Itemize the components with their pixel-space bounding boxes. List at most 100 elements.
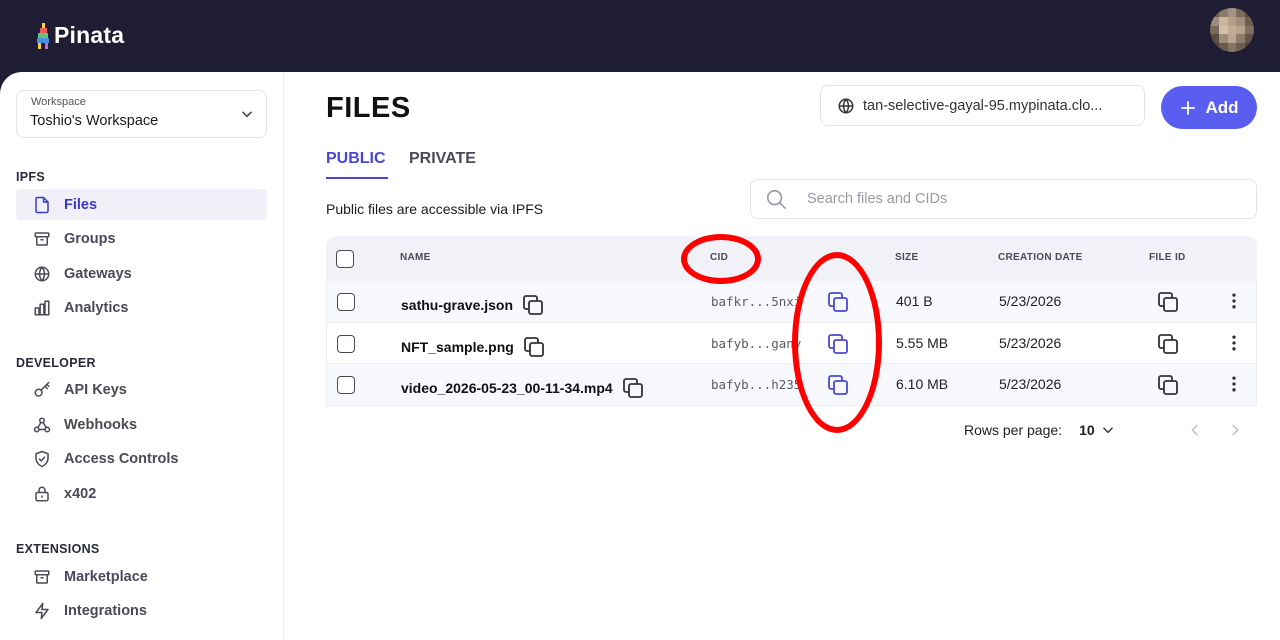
sidebar-item-groups[interactable]: Groups	[16, 223, 267, 254]
search-box[interactable]	[750, 179, 1257, 219]
column-header-cid[interactable]: CID	[710, 252, 728, 263]
add-button-label: Add	[1205, 97, 1239, 117]
section-title-developer: DEVELOPER	[16, 356, 96, 370]
lock-icon	[32, 484, 52, 504]
pinata-logo-icon	[37, 22, 49, 49]
chevron-down-icon	[1102, 427, 1113, 434]
sidebar-item-files[interactable]: Files	[16, 189, 267, 220]
column-header-size[interactable]: SIZE	[895, 252, 918, 263]
row-checkbox[interactable]	[337, 334, 355, 353]
table-header: NAME CID SIZE CREATION DATE FILE ID	[326, 236, 1257, 281]
search-input[interactable]	[807, 191, 1227, 207]
content-panel: Workspace Toshio's Workspace IPFS Files …	[0, 72, 1280, 640]
sidebar-item-gateways[interactable]: Gateways	[16, 258, 267, 289]
main-content: FILES tan-selective-gayal-95.mypinata.cl…	[285, 72, 1280, 640]
table-row[interactable]: NFT_sample.png bafyb...gany 5.55 MB 5/23…	[326, 322, 1257, 364]
section-title-ipfs: IPFS	[16, 170, 45, 184]
workspace-select[interactable]: Workspace Toshio's Workspace	[16, 90, 267, 138]
sidebar-item-label: Access Controls	[64, 450, 179, 467]
more-options-icon[interactable]	[1224, 374, 1244, 399]
file-name-cell: video_2026-05-23_00-11-34.mp4	[401, 376, 645, 400]
copy-name-icon[interactable]	[621, 376, 645, 400]
copy-cid-icon[interactable]	[826, 373, 850, 397]
sidebar-item-label: Marketplace	[64, 568, 148, 585]
tab-description: Public files are accessible via IPFS	[326, 201, 544, 217]
sidebar-item-label: Groups	[64, 230, 116, 247]
next-page-button[interactable]	[1227, 422, 1243, 443]
file-name: NFT_sample.png	[401, 338, 514, 355]
files-table: NAME CID SIZE CREATION DATE FILE ID sath…	[326, 236, 1257, 406]
copy-cid-icon[interactable]	[826, 290, 850, 314]
cid-value: bafyb...gany	[711, 335, 802, 351]
globe-icon	[838, 97, 854, 114]
copy-file-id-icon[interactable]	[1156, 332, 1180, 356]
table-row[interactable]: video_2026-05-23_00-11-34.mp4 bafyb...h2…	[326, 364, 1257, 406]
add-button[interactable]: Add	[1161, 86, 1257, 129]
previous-page-button[interactable]	[1187, 422, 1203, 443]
search-icon	[766, 189, 786, 209]
copy-file-id-icon[interactable]	[1156, 290, 1180, 314]
more-options-icon[interactable]	[1224, 291, 1244, 316]
copy-name-icon[interactable]	[521, 293, 545, 317]
tab-private[interactable]: PRIVATE	[409, 150, 476, 168]
row-checkbox[interactable]	[337, 376, 355, 394]
table-body: sathu-grave.json bafkr...5nxi 401 B 5/23…	[326, 281, 1257, 406]
pagination: Rows per page: 10	[964, 422, 1239, 438]
sidebar-item-access-controls[interactable]: Access Controls	[16, 443, 267, 474]
file-name-cell: NFT_sample.png	[401, 335, 546, 359]
archive-icon	[32, 567, 52, 587]
row-checkbox[interactable]	[337, 293, 355, 311]
column-header-creation-date[interactable]: CREATION DATE	[998, 252, 1083, 263]
file-size: 6.10 MB	[896, 376, 949, 392]
user-avatar[interactable]	[1210, 8, 1254, 52]
top-bar: Pinata	[0, 0, 1280, 72]
table-row[interactable]: sathu-grave.json bafkr...5nxi 401 B 5/23…	[326, 281, 1257, 323]
file-name: sathu-grave.json	[401, 297, 514, 313]
rows-per-page-select[interactable]: 10	[1079, 422, 1115, 438]
sidebar-item-marketplace[interactable]: Marketplace	[16, 561, 267, 592]
rows-per-page-label: Rows per page:	[964, 422, 1063, 438]
gateway-url: tan-selective-gayal-95.mypinata.clo...	[863, 97, 1103, 114]
file-icon	[32, 195, 52, 215]
webhook-icon	[32, 415, 52, 435]
copy-cid-icon[interactable]	[826, 332, 850, 356]
file-size: 401 B	[896, 293, 933, 309]
pinata-logo[interactable]: Pinata	[36, 22, 124, 49]
rows-per-page-value: 10	[1079, 422, 1095, 438]
sidebar-item-label: Integrations	[64, 602, 147, 619]
workspace-label: Workspace	[31, 96, 86, 108]
sidebar-item-analytics[interactable]: Analytics	[16, 292, 267, 323]
sidebar-item-integrations[interactable]: Integrations	[16, 595, 267, 626]
bolt-icon	[32, 601, 52, 621]
sidebar-item-label: x402	[64, 485, 97, 502]
chevron-left-icon	[1191, 424, 1198, 436]
column-header-name[interactable]: NAME	[400, 252, 431, 263]
globe-icon	[32, 264, 52, 284]
sidebar-item-x402[interactable]: x402	[16, 478, 267, 509]
file-name-cell: sathu-grave.json	[401, 293, 545, 317]
sidebar-item-label: Files	[64, 196, 98, 213]
chevron-right-icon	[1232, 424, 1239, 436]
copy-file-id-icon[interactable]	[1156, 373, 1180, 397]
plus-icon	[1181, 100, 1196, 115]
sidebar-item-label: Webhooks	[64, 416, 138, 433]
section-title-extensions: EXTENSIONS	[16, 542, 100, 556]
tab-public[interactable]: PUBLIC	[326, 150, 386, 168]
archive-icon	[32, 229, 52, 249]
sidebar-item-label: Analytics	[64, 299, 129, 316]
column-header-file-id[interactable]: FILE ID	[1149, 252, 1186, 263]
select-all-checkbox[interactable]	[336, 250, 354, 268]
gateway-selector[interactable]: tan-selective-gayal-95.mypinata.clo...	[820, 85, 1145, 126]
bar-chart-icon	[32, 298, 52, 318]
shield-icon	[32, 449, 52, 469]
key-icon	[32, 380, 52, 400]
copy-name-icon[interactable]	[522, 335, 546, 359]
more-options-icon[interactable]	[1224, 333, 1244, 358]
sidebar-item-label: API Keys	[64, 381, 127, 398]
creation-date: 5/23/2026	[999, 376, 1062, 392]
creation-date: 5/23/2026	[999, 334, 1062, 351]
cid-value: bafkr...5nxi	[711, 294, 802, 309]
sidebar-item-api-keys[interactable]: API Keys	[16, 374, 267, 405]
sidebar-item-webhooks[interactable]: Webhooks	[16, 409, 267, 440]
chevron-down-icon	[242, 111, 252, 118]
